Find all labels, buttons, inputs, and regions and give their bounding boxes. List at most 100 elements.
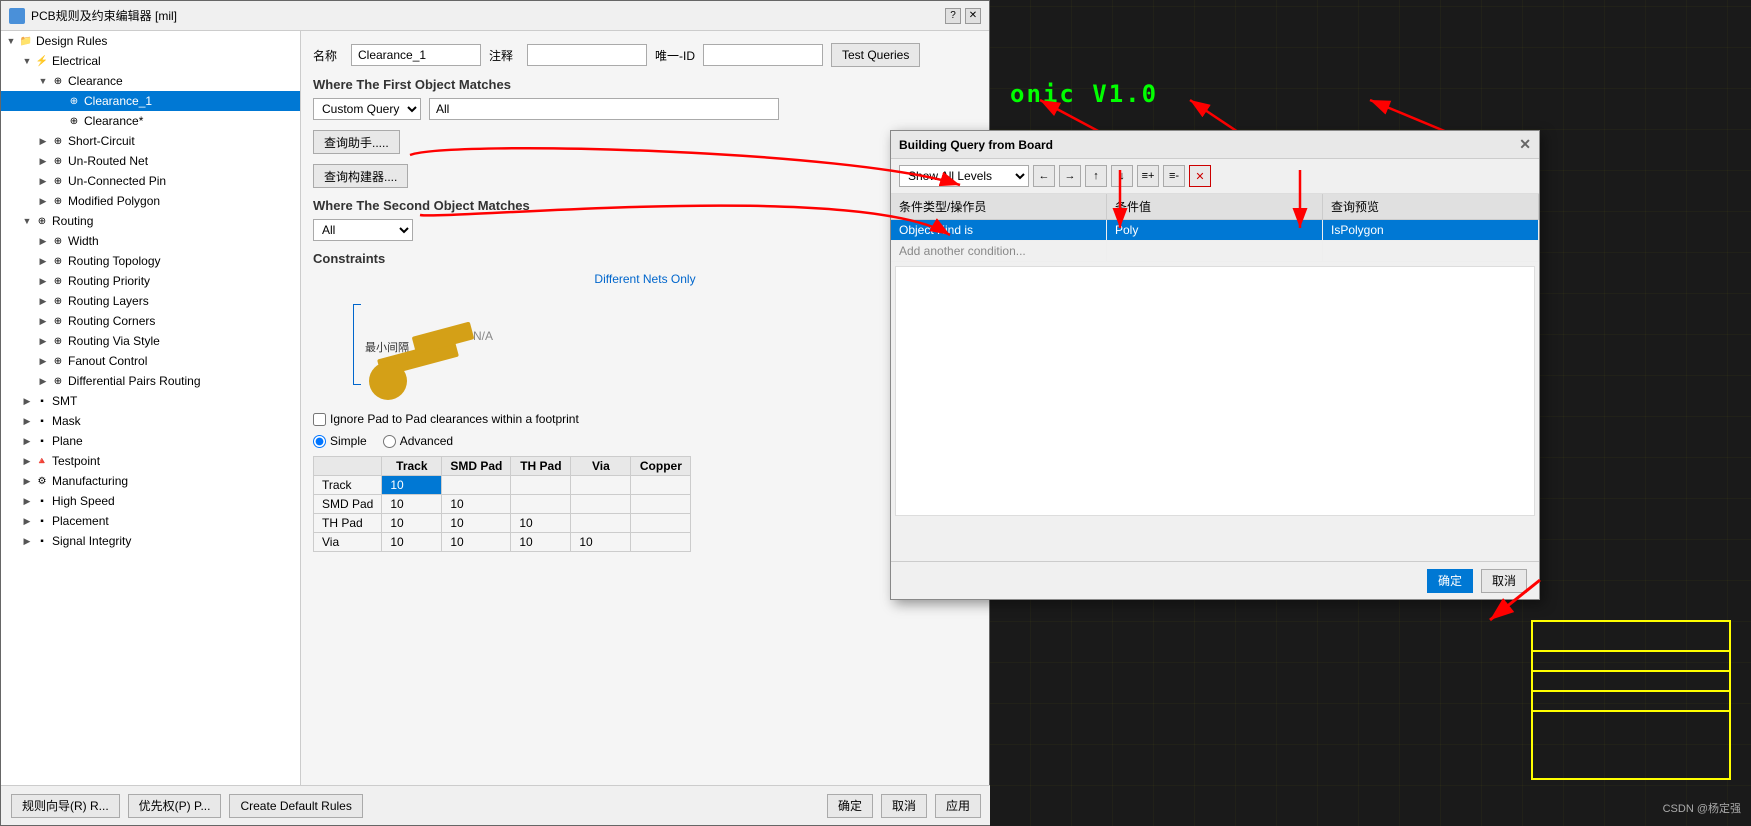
dialog-close-button[interactable]: ✕ xyxy=(1519,136,1531,153)
create-default-rules-button[interactable]: Create Default Rules xyxy=(229,794,362,818)
tree-label-testpoint: Testpoint xyxy=(52,454,100,468)
dialog-col-condition: 条件类型/操作员 xyxy=(891,194,1107,219)
expand-icon: ▼ xyxy=(21,55,33,67)
tree-label-short-circuit: Short-Circuit xyxy=(68,134,135,148)
rule-icon: ⊕ xyxy=(51,274,65,288)
tree-item-plane[interactable]: ▶ ▪ Plane xyxy=(1,431,300,451)
help-button[interactable]: ? xyxy=(945,8,961,24)
tree-item-routing-priority[interactable]: ▶ ⊕ Routing Priority xyxy=(1,271,300,291)
cell-th-smd[interactable]: 10 xyxy=(442,514,511,533)
tree-item-high-speed[interactable]: ▶ ▪ High Speed xyxy=(1,491,300,511)
tree-label-placement: Placement xyxy=(52,514,109,528)
cell-smd-smd[interactable]: 10 xyxy=(442,495,511,514)
tree-item-routing-corners[interactable]: ▶ ⊕ Routing Corners xyxy=(1,311,300,331)
tree-item-fanout-control[interactable]: ▶ ⊕ Fanout Control xyxy=(1,351,300,371)
tree-item-design-rules[interactable]: ▼ 📁 Design Rules xyxy=(1,31,300,51)
tree-item-mask[interactable]: ▶ ▪ Mask xyxy=(1,411,300,431)
tree-item-routing-topology[interactable]: ▶ ⊕ Routing Topology xyxy=(1,251,300,271)
dialog-cell-preview: IsPolygon xyxy=(1323,220,1539,240)
simple-label: Simple xyxy=(330,434,367,448)
cell-smd-track[interactable]: 10 xyxy=(382,495,442,514)
tree-item-testpoint[interactable]: ▶ 🔺 Testpoint xyxy=(1,451,300,471)
routing-icon: ⊕ xyxy=(35,214,49,228)
dialog-confirm-button[interactable]: 确定 xyxy=(1427,569,1473,593)
tree-label-un-routed-net: Un-Routed Net xyxy=(68,154,148,168)
cell-via-via[interactable]: 10 xyxy=(571,533,631,552)
dialog-cell-value: Poly xyxy=(1107,220,1323,240)
expand-icon: ▶ xyxy=(21,495,33,507)
tree-item-routing[interactable]: ▼ ⊕ Routing xyxy=(1,211,300,231)
app-title: PCB规则及约束编辑器 [mil] xyxy=(31,7,177,24)
cell-via-smd[interactable]: 10 xyxy=(442,533,511,552)
toolbar-delete-btn[interactable]: ✕ xyxy=(1189,165,1211,187)
rule-icon: ⊕ xyxy=(51,334,65,348)
placement-icon: ▪ xyxy=(35,514,49,528)
rule-icon: ⊕ xyxy=(51,74,65,88)
tree-label-design-rules: Design Rules xyxy=(36,34,107,48)
tree-label-clearance-star: Clearance* xyxy=(84,114,143,128)
cell-th-track[interactable]: 10 xyxy=(382,514,442,533)
second-query-select[interactable]: All xyxy=(313,219,413,241)
cell-via-th[interactable]: 10 xyxy=(511,533,571,552)
close-button[interactable]: ✕ xyxy=(965,8,981,24)
toolbar-left-btn[interactable]: ← xyxy=(1033,165,1055,187)
tree-item-clearance1[interactable]: ⊕ Clearance_1 xyxy=(1,91,300,111)
expand-icon: ▶ xyxy=(37,195,49,207)
cell-smd-copper xyxy=(631,495,691,514)
tree-item-signal-integrity[interactable]: ▶ ▪ Signal Integrity xyxy=(1,531,300,551)
advanced-label: Advanced xyxy=(400,434,453,448)
apply-button[interactable]: 应用 xyxy=(935,794,981,818)
cell-th-th[interactable]: 10 xyxy=(511,514,571,533)
tree-item-electrical[interactable]: ▼ ⚡ Electrical xyxy=(1,51,300,71)
row-label-smd: SMD Pad xyxy=(314,495,382,514)
left-panel: ▼ 📁 Design Rules ▼ ⚡ Electrical ▼ ⊕ Clea… xyxy=(1,31,301,785)
tree-item-routing-layers[interactable]: ▶ ⊕ Routing Layers xyxy=(1,291,300,311)
smt-icon: ▪ xyxy=(35,394,49,408)
toolbar-indent-btn[interactable]: ≡+ xyxy=(1137,165,1159,187)
cell-track-track[interactable]: 10 xyxy=(382,476,442,495)
toolbar-outdent-btn[interactable]: ≡- xyxy=(1163,165,1185,187)
rule-wizard-button[interactable]: 规则向导(R) R... xyxy=(11,794,120,818)
simple-radio[interactable] xyxy=(313,435,326,448)
toolbar-up-btn[interactable]: ↑ xyxy=(1085,165,1107,187)
test-queries-button[interactable]: Test Queries xyxy=(831,43,920,67)
priority-button[interactable]: 优先权(P) P... xyxy=(128,794,222,818)
toolbar-down-btn[interactable]: ↓ xyxy=(1111,165,1133,187)
dialog-row-object-kind[interactable]: Object Kind is Poly IsPolygon xyxy=(891,220,1539,241)
tree-item-smt[interactable]: ▶ ▪ SMT xyxy=(1,391,300,411)
query-helper-button[interactable]: 查询助手..... xyxy=(313,130,400,154)
cell-via-track[interactable]: 10 xyxy=(382,533,442,552)
name-input[interactable] xyxy=(351,44,481,66)
tree-item-width[interactable]: ▶ ⊕ Width xyxy=(1,231,300,251)
show-levels-select[interactable]: Show All Levels xyxy=(899,165,1029,187)
confirm-button[interactable]: 确定 xyxy=(827,794,873,818)
comment-input[interactable] xyxy=(527,44,647,66)
id-input[interactable] xyxy=(703,44,823,66)
tree-item-clearance-star[interactable]: ⊕ Clearance* xyxy=(1,111,300,131)
tree-item-manufacturing[interactable]: ▶ ⚙ Manufacturing xyxy=(1,471,300,491)
query-builder-button[interactable]: 查询构建器.... xyxy=(313,164,408,188)
rule-icon: ⊕ xyxy=(67,94,81,108)
toolbar-right-btn[interactable]: → xyxy=(1059,165,1081,187)
rule-icon: ⊕ xyxy=(51,234,65,248)
dialog-cell-add-condition: Add another condition... xyxy=(891,241,1107,261)
tree-label-routing: Routing xyxy=(52,214,93,228)
col-header-via: Via xyxy=(571,457,631,476)
tree-item-routing-via-style[interactable]: ▶ ⊕ Routing Via Style xyxy=(1,331,300,351)
tree-item-un-routed-net[interactable]: ▶ ⊕ Un-Routed Net xyxy=(1,151,300,171)
ignore-pad-checkbox[interactable] xyxy=(313,413,326,426)
advanced-radio[interactable] xyxy=(383,435,396,448)
cancel-button[interactable]: 取消 xyxy=(881,794,927,818)
dialog-cancel-button[interactable]: 取消 xyxy=(1481,569,1527,593)
query-type-select[interactable]: Custom Query xyxy=(313,98,421,120)
tree-item-placement[interactable]: ▶ ▪ Placement xyxy=(1,511,300,531)
tree-item-un-connected-pin[interactable]: ▶ ⊕ Un-Connected Pin xyxy=(1,171,300,191)
cell-track-copper xyxy=(631,476,691,495)
dialog-row-add-condition[interactable]: Add another condition... xyxy=(891,241,1539,262)
dialog-table-header: 条件类型/操作员 条件值 查询预览 xyxy=(891,194,1539,220)
tree-item-modified-polygon[interactable]: ▶ ⊕ Modified Polygon xyxy=(1,191,300,211)
first-query-input[interactable] xyxy=(429,98,779,120)
tree-item-clearance[interactable]: ▼ ⊕ Clearance xyxy=(1,71,300,91)
tree-item-diff-pairs[interactable]: ▶ ⊕ Differential Pairs Routing xyxy=(1,371,300,391)
tree-item-short-circuit[interactable]: ▶ ⊕ Short-Circuit xyxy=(1,131,300,151)
